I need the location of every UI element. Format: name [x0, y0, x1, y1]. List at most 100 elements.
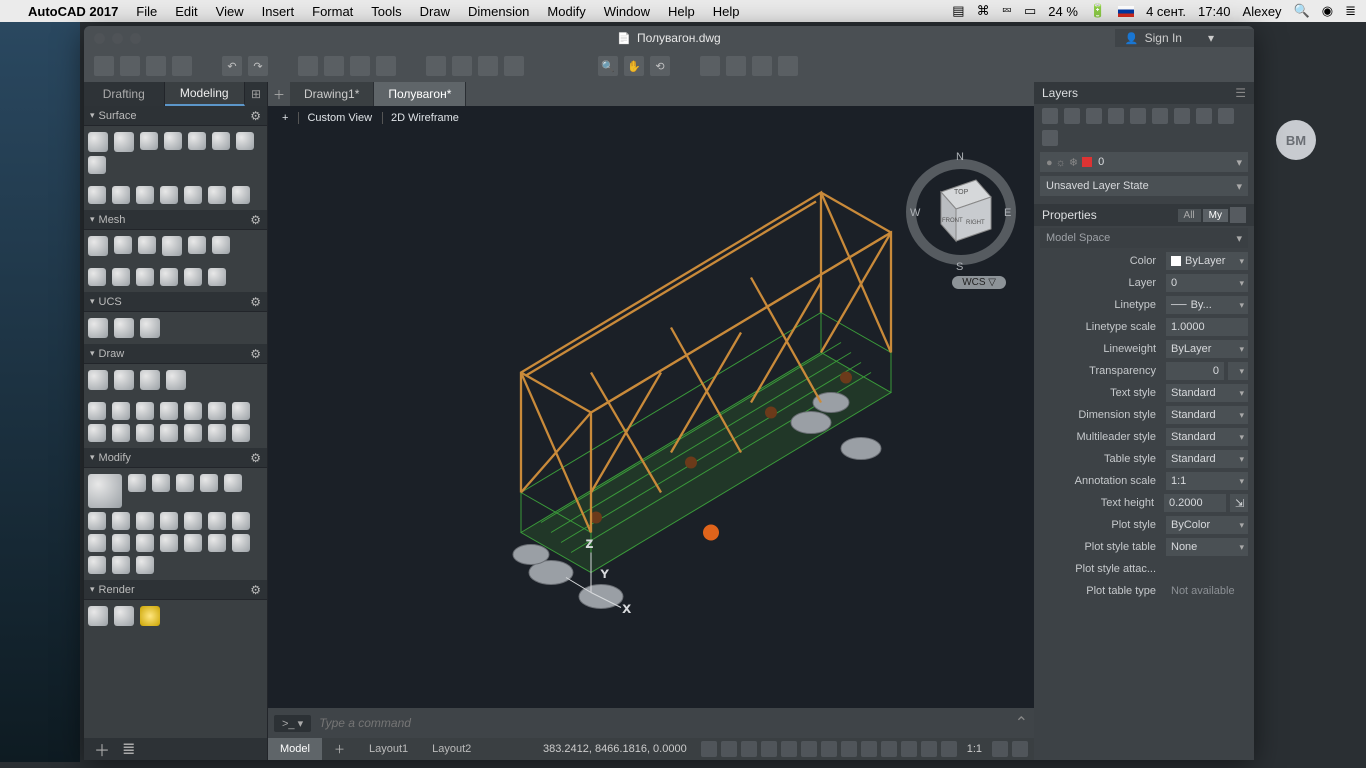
tool-icon[interactable] — [114, 370, 134, 390]
tool-icon[interactable] — [224, 474, 242, 492]
preview-icon[interactable] — [324, 56, 344, 76]
find-icon[interactable]: 🔍 — [598, 56, 618, 76]
gear-icon[interactable]: ⚙ — [250, 583, 261, 597]
prop-transparency[interactable]: 0 — [1166, 362, 1224, 380]
status-icon[interactable] — [861, 741, 877, 757]
prop-tablestyle[interactable]: Standard — [1166, 450, 1248, 468]
status-icon[interactable] — [921, 741, 937, 757]
prop-ltscale[interactable]: 1.0000 — [1166, 318, 1248, 336]
tool-icon[interactable] — [176, 474, 194, 492]
tool-icon[interactable] — [88, 370, 108, 390]
menu-help[interactable]: Help — [668, 4, 695, 19]
match-icon[interactable] — [504, 56, 524, 76]
prop-dimstyle[interactable]: Standard — [1166, 406, 1248, 424]
command-input[interactable] — [319, 716, 1006, 730]
tool-icon[interactable] — [112, 402, 130, 420]
layout-tab[interactable]: Layout2 — [420, 738, 483, 760]
copy-icon[interactable] — [452, 56, 472, 76]
filter-my[interactable]: My — [1203, 209, 1228, 222]
tool-icon[interactable] — [140, 132, 158, 150]
tool-icon[interactable] — [208, 402, 226, 420]
gear-icon[interactable]: ⚙ — [250, 213, 261, 227]
current-layer-select[interactable]: ● ☼ ❄0 — [1040, 152, 1248, 172]
gear-icon[interactable]: ⚙ — [250, 347, 261, 361]
section-render[interactable]: Render⚙ — [84, 580, 267, 600]
tool-icon[interactable] — [160, 424, 178, 442]
tool-icon[interactable] — [232, 402, 250, 420]
tool-icon[interactable] — [184, 424, 202, 442]
menubar-app[interactable]: AutoCAD 2017 — [28, 4, 118, 19]
section-surface[interactable]: Surface⚙ — [84, 106, 267, 126]
tool-icon[interactable] — [164, 132, 182, 150]
tb-icon[interactable] — [700, 56, 720, 76]
publish-icon[interactable] — [350, 56, 370, 76]
tool-icon[interactable] — [160, 186, 178, 204]
tool-icon[interactable] — [136, 512, 154, 530]
battery-icon[interactable]: 🔋 — [1090, 3, 1106, 19]
section-modify[interactable]: Modify⚙ — [84, 448, 267, 468]
tool-icon[interactable] — [162, 236, 182, 256]
layers-menu-icon[interactable]: ☰ — [1235, 86, 1246, 100]
bluetooth-icon[interactable]: ⌘ — [977, 3, 990, 19]
menu-insert[interactable]: Insert — [262, 4, 295, 19]
properties-header[interactable]: Properties All My — [1034, 204, 1254, 226]
status-icon[interactable] — [781, 741, 797, 757]
prop-plottable[interactable]: None — [1166, 538, 1248, 556]
tool-icon[interactable] — [136, 268, 154, 286]
tool-icon[interactable] — [184, 534, 202, 552]
tool-icon[interactable] — [88, 318, 108, 338]
tool-icon[interactable] — [88, 156, 106, 174]
tool-icon[interactable] — [232, 512, 250, 530]
layer-state-select[interactable]: Unsaved Layer State — [1040, 176, 1248, 196]
status-icon[interactable] — [801, 741, 817, 757]
tool-icon[interactable] — [114, 132, 134, 152]
tool-icon[interactable] — [160, 512, 178, 530]
tool-icon[interactable] — [160, 268, 178, 286]
layers-header[interactable]: Layers☰ — [1034, 82, 1254, 104]
tool-icon[interactable] — [208, 534, 226, 552]
wcs-badge[interactable]: WCS ▽ — [952, 276, 1006, 289]
tray-icon[interactable]: ▤ — [952, 3, 964, 19]
prop-transp-dd[interactable] — [1228, 362, 1248, 380]
tool-icon[interactable] — [136, 534, 154, 552]
layer-tool-icon[interactable] — [1130, 108, 1146, 124]
tool-icon[interactable] — [114, 606, 134, 626]
doc-tab-active[interactable]: Полувагон* — [374, 82, 466, 106]
tool-icon[interactable] — [188, 132, 206, 150]
layer-tool-icon[interactable] — [1152, 108, 1168, 124]
tool-icon[interactable] — [232, 534, 250, 552]
layer-tool-icon[interactable] — [1064, 108, 1080, 124]
prop-th-btn[interactable]: ⇲ — [1230, 494, 1248, 512]
tab-modeling[interactable]: Modeling — [165, 82, 246, 106]
saveas-icon[interactable] — [172, 56, 192, 76]
tool-icon[interactable] — [140, 370, 160, 390]
tool-icon[interactable] — [136, 556, 154, 574]
tool-icon[interactable] — [208, 424, 226, 442]
layer-tool-icon[interactable] — [1042, 130, 1058, 146]
tool-icon[interactable] — [88, 186, 106, 204]
status-icon[interactable] — [721, 741, 737, 757]
selection-scope[interactable]: Model Space — [1040, 228, 1248, 248]
viewcube[interactable]: N S W E TOP FRONT RIGHT — [906, 142, 1016, 272]
tb-icon[interactable] — [778, 56, 798, 76]
tool-icon[interactable] — [236, 132, 254, 150]
export-icon[interactable] — [376, 56, 396, 76]
prop-plotstyle[interactable]: ByColor — [1166, 516, 1248, 534]
tool-icon[interactable] — [208, 186, 226, 204]
status-icon[interactable] — [761, 741, 777, 757]
prop-textstyle[interactable]: Standard — [1166, 384, 1248, 402]
section-mesh[interactable]: Mesh⚙ — [84, 210, 267, 230]
layer-tool-icon[interactable] — [1042, 108, 1058, 124]
gear-icon[interactable]: ⚙ — [250, 451, 261, 465]
menu-file[interactable]: File — [136, 4, 157, 19]
tool-icon[interactable] — [88, 606, 108, 626]
status-icon[interactable] — [841, 741, 857, 757]
siri-icon[interactable]: ◉ — [1322, 3, 1333, 19]
panel-menu-icon[interactable]: ≣ — [122, 739, 135, 759]
tool-icon[interactable] — [140, 606, 160, 626]
status-icon[interactable] — [701, 741, 717, 757]
tool-icon[interactable] — [128, 474, 146, 492]
tool-icon[interactable] — [88, 132, 108, 152]
menu-help2[interactable]: Help — [713, 4, 740, 19]
status-icon[interactable] — [821, 741, 837, 757]
